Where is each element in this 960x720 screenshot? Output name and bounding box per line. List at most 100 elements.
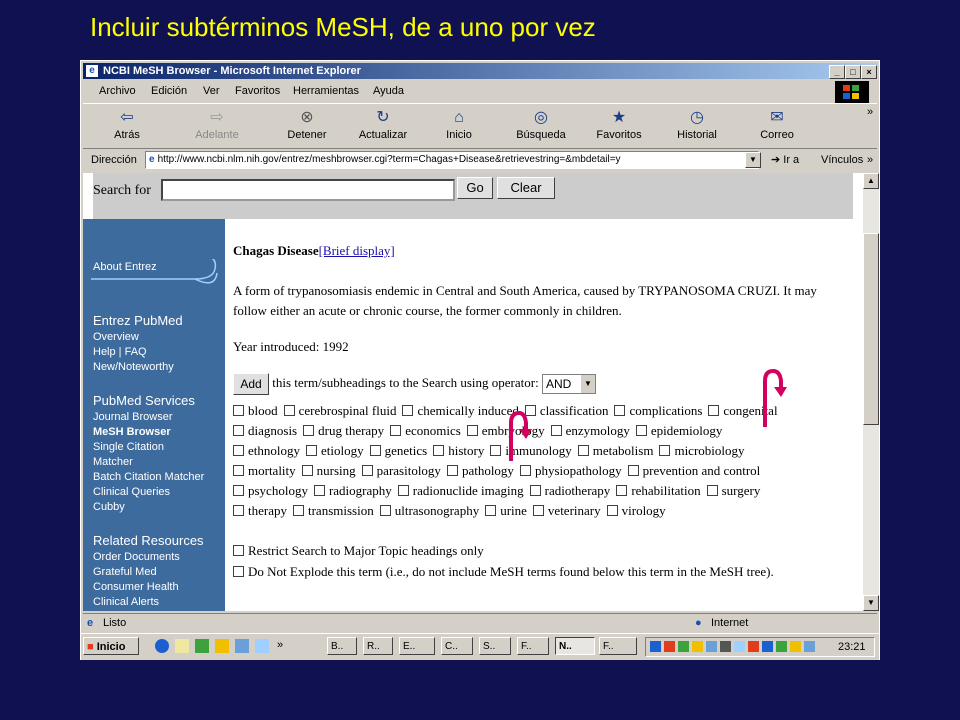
subheading-item[interactable]: chemically induced — [402, 403, 519, 418]
checkbox[interactable] — [614, 405, 626, 416]
links-more-icon[interactable]: » — [867, 149, 873, 171]
checkbox[interactable] — [390, 425, 402, 436]
subheading-item[interactable]: ultrasonography — [379, 503, 479, 518]
checkbox[interactable] — [361, 465, 373, 476]
checkbox[interactable] — [306, 445, 317, 456]
task-button[interactable]: S.. — [479, 637, 511, 655]
checkbox[interactable] — [550, 425, 562, 436]
checkbox[interactable] — [616, 485, 628, 496]
operator-select[interactable]: AND ▼ — [541, 374, 596, 394]
subheading-item[interactable]: surgery — [706, 483, 760, 498]
task-button-active[interactable]: N.. — [555, 637, 595, 655]
subheading-item[interactable]: urine — [485, 503, 527, 518]
back-button[interactable]: ⇦ Atrás — [97, 106, 157, 146]
checkbox[interactable] — [233, 445, 244, 456]
toolbar-more-icon[interactable]: » — [867, 106, 873, 118]
subheading-item[interactable]: radiotherapy — [529, 483, 610, 498]
task-button[interactable]: R.. — [363, 637, 393, 655]
subheading-item[interactable]: physiopathology — [519, 463, 622, 478]
subheading-item[interactable]: drug therapy — [303, 423, 384, 438]
refresh-button[interactable]: ↻ Actualizar — [353, 106, 413, 146]
sidebar-item-journal-browser[interactable]: Journal Browser — [93, 411, 172, 423]
checkbox[interactable] — [233, 505, 244, 516]
subheading-item[interactable]: enzymology — [550, 423, 630, 438]
subheading-item[interactable]: pathology — [446, 463, 514, 478]
tray-icon[interactable] — [664, 641, 675, 652]
subheading-item[interactable]: cerebrospinal fluid — [283, 403, 396, 418]
subheading-item[interactable]: psychology — [233, 483, 308, 498]
address-input[interactable]: e http://www.ncbi.nlm.nih.gov/entrez/mesh… — [145, 151, 759, 169]
go-button[interactable]: Go — [457, 177, 493, 199]
checkbox[interactable] — [519, 465, 531, 476]
checkbox[interactable] — [627, 465, 639, 476]
clock[interactable]: 23:21 — [838, 641, 866, 653]
subheading-item[interactable]: transmission — [292, 503, 374, 518]
checkbox[interactable] — [379, 505, 391, 516]
outlook-quicklaunch-icon[interactable] — [175, 639, 189, 653]
go-to-button[interactable]: ➔ Ir a — [771, 149, 799, 171]
menu-herramientas[interactable]: Herramientas — [293, 81, 359, 101]
sidebar-item-batch-matcher[interactable]: Batch Citation Matcher — [93, 471, 204, 483]
checkbox[interactable] — [283, 405, 295, 416]
subheading-item[interactable]: classification — [524, 403, 608, 418]
maximize-icon[interactable]: □ — [845, 65, 861, 79]
home-button[interactable]: ⌂ Inicio — [429, 106, 489, 146]
subheading-item[interactable]: virology — [606, 503, 666, 518]
menu-ayuda[interactable]: Ayuda — [373, 81, 404, 101]
links-button[interactable]: Vínculos — [821, 149, 863, 171]
checkbox[interactable] — [402, 405, 414, 416]
checkbox[interactable] — [485, 505, 497, 516]
close-icon[interactable]: × — [861, 65, 877, 79]
subheading-item[interactable]: parasitology — [361, 463, 441, 478]
tray-icon[interactable] — [776, 641, 787, 652]
scroll-down-icon[interactable]: ▼ — [863, 595, 879, 611]
checkbox[interactable] — [369, 445, 381, 456]
sidebar-item-mesh-browser[interactable]: MeSH Browser — [93, 426, 171, 438]
tray-icon[interactable] — [706, 641, 717, 652]
subheading-item[interactable]: prevention and control — [627, 463, 760, 478]
tray-icon[interactable] — [678, 641, 689, 652]
tray-icon[interactable] — [692, 641, 703, 652]
add-button[interactable]: Add — [233, 373, 269, 395]
task-button[interactable]: F.. — [599, 637, 637, 655]
checkbox[interactable] — [233, 425, 244, 436]
subheading-item[interactable]: genetics — [369, 443, 427, 458]
checkbox[interactable] — [233, 545, 244, 556]
menu-ver[interactable]: Ver — [203, 81, 220, 101]
stop-button[interactable]: ⊗ Detener — [277, 106, 337, 146]
app-quicklaunch-icon[interactable] — [235, 639, 249, 653]
checkbox[interactable] — [292, 505, 304, 516]
start-button[interactable]: ■ Inicio — [83, 637, 139, 655]
tray-icon[interactable] — [762, 641, 773, 652]
no-explode-option[interactable]: Do Not Explode this term (i.e., do not i… — [233, 563, 837, 581]
checkbox[interactable] — [708, 405, 720, 416]
checkbox[interactable] — [706, 485, 718, 496]
subheading-item[interactable]: mortality — [233, 463, 296, 478]
brief-display-link[interactable]: [Brief display] — [319, 243, 395, 258]
menu-favoritos[interactable]: Favoritos — [235, 81, 280, 101]
ie-quicklaunch-icon[interactable] — [155, 639, 169, 653]
window-titlebar[interactable]: e NCBI MeSH Browser - Microsoft Internet… — [83, 63, 877, 79]
sidebar-item-clinical-alerts[interactable]: Clinical Alerts — [93, 596, 159, 608]
subheading-item[interactable]: diagnosis — [233, 423, 297, 438]
clear-button[interactable]: Clear — [497, 177, 555, 199]
menu-edicion[interactable]: Edición — [151, 81, 187, 101]
minimize-icon[interactable]: _ — [829, 65, 845, 79]
task-button[interactable]: C.. — [441, 637, 473, 655]
subheading-item[interactable]: veterinary — [532, 503, 601, 518]
favorites-button[interactable]: ★ Favoritos — [589, 106, 649, 146]
subheading-item[interactable]: metabolism — [577, 443, 653, 458]
subheading-item[interactable]: complications — [614, 403, 702, 418]
vertical-scrollbar[interactable]: ▲ ▼ — [863, 173, 879, 611]
tray-icon[interactable] — [650, 641, 661, 652]
checkbox[interactable] — [301, 465, 313, 476]
sidebar-item-single-citation[interactable]: Single Citation — [93, 441, 164, 453]
sidebar-item-grateful-med[interactable]: Grateful Med — [93, 566, 157, 578]
checkbox[interactable] — [606, 505, 618, 516]
checkbox[interactable] — [433, 445, 445, 456]
search-button[interactable]: ◎ Búsqueda — [511, 106, 571, 146]
forward-button[interactable]: ⇨ Adelante — [187, 106, 247, 146]
subheading-item[interactable]: radiography — [313, 483, 392, 498]
subheading-item[interactable]: ethnology — [233, 443, 300, 458]
subheading-item[interactable]: epidemiology — [635, 423, 722, 438]
